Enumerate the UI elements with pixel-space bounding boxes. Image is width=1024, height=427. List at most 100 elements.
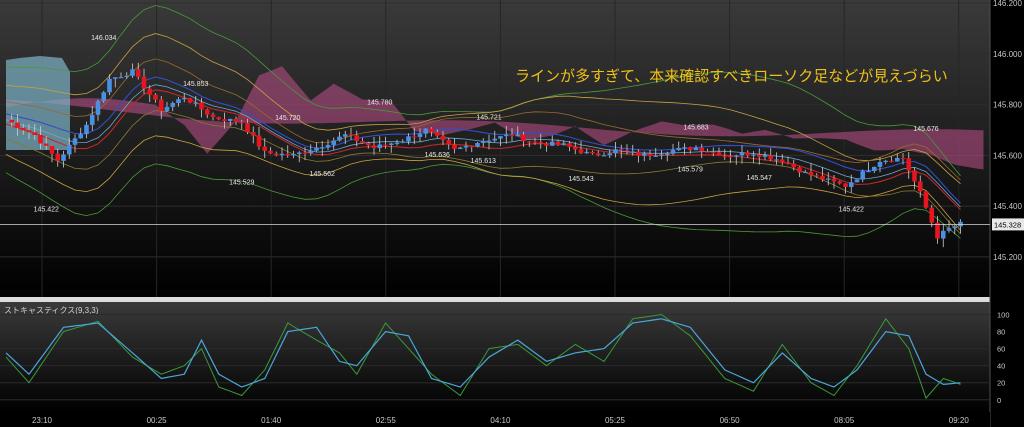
candle-body [503, 134, 509, 137]
candle-body [814, 175, 820, 177]
candle-body [164, 106, 170, 112]
candle-body [377, 144, 383, 149]
candle-body [779, 159, 785, 163]
candle-body [331, 140, 337, 145]
price-tick-label: 145.600 [993, 151, 1022, 160]
candle-body [342, 134, 348, 137]
candle-body [659, 154, 664, 156]
price-extreme-label: 145.721 [476, 115, 501, 122]
candle-body [900, 158, 906, 160]
candle-body [49, 145, 55, 154]
candle-body [130, 69, 135, 76]
candle-body [360, 141, 365, 143]
candle-body [112, 77, 118, 79]
candle-body [273, 153, 279, 156]
candle-body [946, 228, 952, 231]
candle-body [469, 145, 475, 148]
candle-body [923, 191, 929, 208]
candle-body [371, 145, 377, 149]
candle-body [751, 154, 756, 156]
candle-body [889, 160, 894, 162]
candle-body [549, 141, 555, 146]
candle-body [296, 152, 302, 155]
annotation-text: ラインが多すぎて、本来確認すべきローソク足などが見えづらい [515, 68, 948, 85]
candle-body [791, 163, 797, 168]
price-extreme-label: 145.636 [425, 152, 450, 159]
candle-body [860, 171, 866, 180]
candle-body [785, 162, 791, 164]
candle-body [199, 102, 204, 110]
candle-body [250, 132, 256, 136]
candle-body [498, 136, 503, 139]
time-tick-label: 00:25 [147, 416, 168, 425]
candle-body [762, 155, 768, 157]
candle-body [929, 207, 935, 223]
candle-body [434, 132, 440, 136]
price-extreme-label: 145.613 [471, 158, 496, 165]
candle-body [187, 98, 193, 103]
price-tick-label: 145.400 [993, 202, 1022, 211]
candle-body [728, 156, 733, 158]
candle-body [843, 183, 848, 187]
price-tick-label: 145.800 [993, 101, 1022, 110]
candle-body [72, 138, 78, 145]
candle-body [43, 143, 49, 146]
candle-body [624, 150, 630, 152]
candle-body [521, 134, 526, 142]
candle-body [544, 143, 549, 146]
candle-body [572, 146, 578, 150]
candle-body [739, 152, 745, 156]
price-extreme-label: 145.676 [913, 126, 938, 133]
stoch-tick-label: 80 [997, 328, 1005, 337]
candle-body [538, 142, 544, 144]
candle-body [636, 151, 641, 156]
candle-body [9, 119, 15, 123]
candle-body [256, 135, 262, 147]
candle-body [877, 162, 883, 167]
candle-body [107, 78, 112, 93]
candle-body [457, 147, 463, 150]
candle-body [561, 143, 567, 145]
candle-body [262, 146, 268, 151]
candle-body [894, 158, 900, 162]
candle-body [935, 222, 940, 239]
candle-body [590, 151, 595, 154]
candle-body [820, 175, 825, 180]
candle-body [325, 144, 331, 148]
candle-body [141, 76, 147, 89]
candle-body [532, 141, 538, 143]
candle-body [61, 154, 66, 161]
stoch-title: ストキャスティクス(9,3,3) [4, 306, 99, 315]
candle-body [170, 103, 176, 107]
price-extreme-label: 145.562 [310, 171, 335, 178]
candle-body [411, 136, 417, 138]
candle-body [912, 170, 917, 182]
candle-body [745, 152, 751, 156]
candle-body [348, 134, 354, 136]
candle-body [20, 127, 26, 131]
candle-body [584, 151, 590, 154]
stoch-tick-label: 20 [997, 379, 1005, 388]
candle-body [797, 167, 802, 173]
candle-body [383, 144, 388, 146]
candle-body [319, 147, 325, 149]
candle-body [440, 135, 446, 140]
candle-body [641, 153, 647, 156]
candle-body [216, 117, 222, 120]
candle-body [245, 123, 250, 133]
candle-body [365, 142, 371, 146]
candle-body [475, 143, 480, 147]
sub-pane-background [0, 302, 990, 412]
time-tick-label: 23:10 [32, 416, 53, 425]
candle-body [388, 143, 394, 145]
candle-body [239, 122, 245, 124]
candle-body [733, 155, 739, 157]
price-extreme-label: 145.422 [34, 207, 59, 214]
candle-body [647, 153, 653, 157]
candle-body [676, 147, 682, 151]
candle-body [337, 136, 342, 141]
candle-body [774, 159, 779, 161]
candle-body [84, 124, 89, 135]
candle-body [756, 154, 762, 157]
candle-body [446, 139, 452, 145]
